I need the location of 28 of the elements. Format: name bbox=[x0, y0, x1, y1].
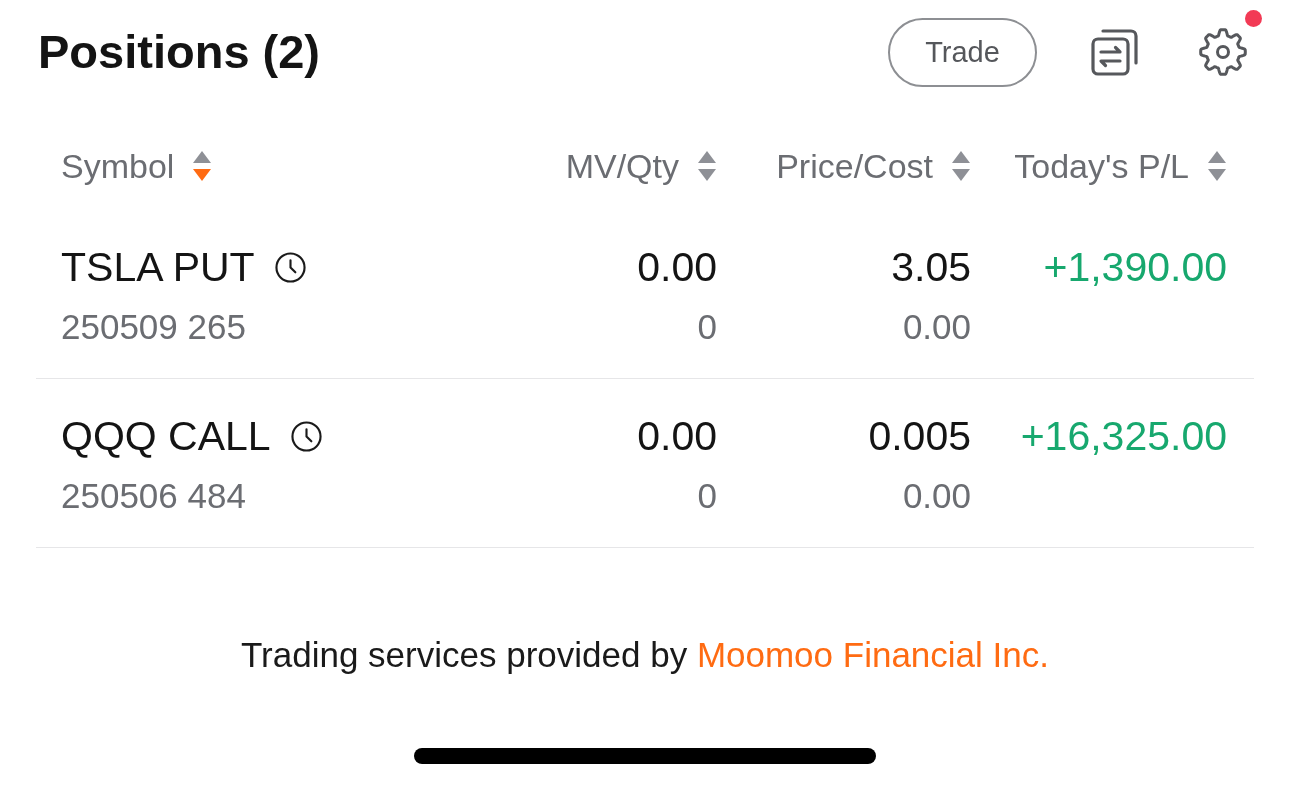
price-value: 0.005 bbox=[868, 412, 971, 460]
clock-icon bbox=[290, 420, 322, 452]
symbol-label: TSLA PUT bbox=[61, 243, 255, 291]
transfer-icon bbox=[1090, 27, 1140, 77]
column-header[interactable]: MV/Qty bbox=[565, 144, 717, 188]
page-title: Positions (2) bbox=[38, 24, 321, 80]
trade-button[interactable]: Trade bbox=[888, 17, 1037, 87]
cost-value: 0.00 bbox=[902, 475, 971, 517]
contract-label: 250509 265 bbox=[61, 306, 246, 348]
settings-icon bbox=[1198, 27, 1248, 77]
symbol-label: QQQ CALL bbox=[61, 412, 271, 460]
column-header[interactable]: Price/Cost bbox=[776, 144, 971, 188]
cost-value: 0.00 bbox=[902, 306, 971, 348]
clock-icon bbox=[274, 251, 306, 283]
profit-loss-value: +1,390.00 bbox=[1043, 243, 1227, 291]
settings-button[interactable] bbox=[1198, 27, 1248, 77]
price-value: 3.05 bbox=[891, 243, 971, 291]
market-value: 0.00 bbox=[637, 243, 717, 291]
transfer-button[interactable] bbox=[1090, 27, 1140, 77]
provider-notice: Trading services provided by Moomoo Financial Inc. bbox=[241, 634, 1049, 676]
column-header[interactable]: Symbol bbox=[61, 144, 213, 188]
quantity-value: 0 bbox=[697, 306, 717, 348]
market-value: 0.00 bbox=[637, 412, 717, 460]
quantity-value: 0 bbox=[697, 475, 717, 517]
profit-loss-value: +16,325.00 bbox=[1020, 412, 1227, 460]
provider-link[interactable]: Moomoo Financial Inc. bbox=[696, 635, 1049, 674]
contract-label: 250506 484 bbox=[61, 475, 246, 517]
column-header[interactable]: Today's P/L bbox=[1014, 144, 1227, 188]
